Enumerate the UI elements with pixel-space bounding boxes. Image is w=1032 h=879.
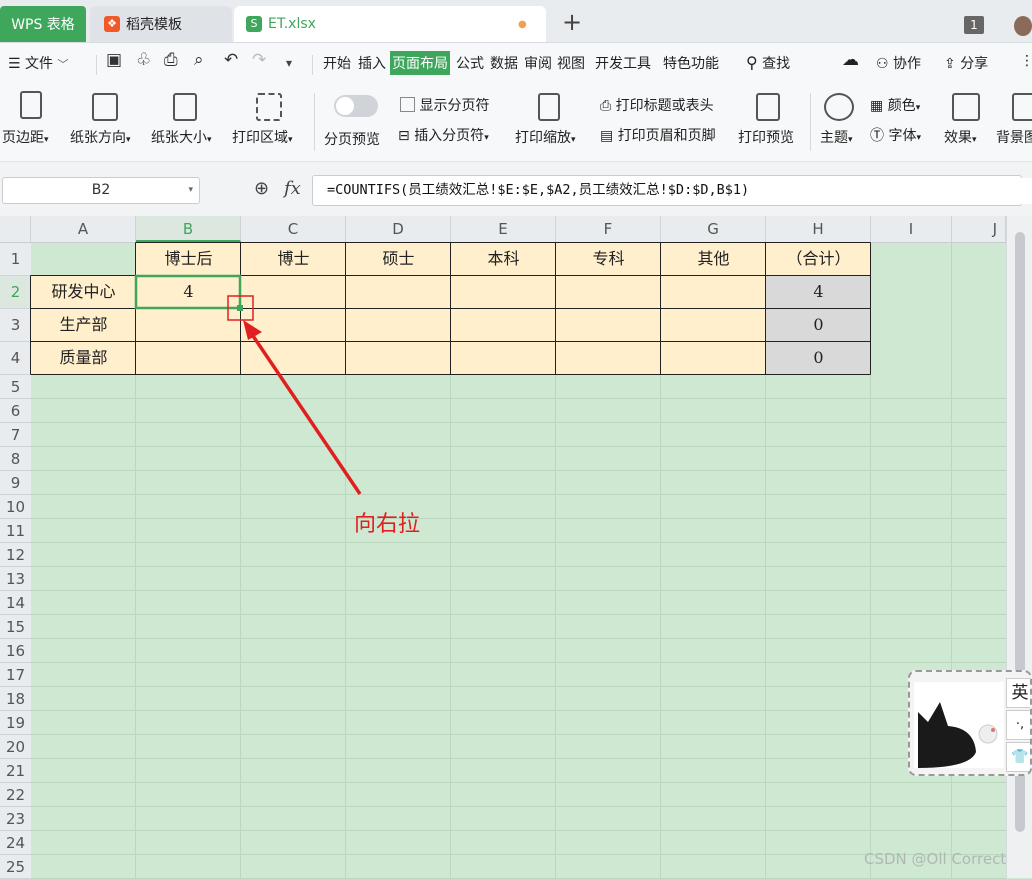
ime-punctuation-toggle[interactable]: ·, [1006,710,1030,740]
fill-handle[interactable] [237,305,243,311]
ime-widget[interactable]: 英 ·, 👕 [908,670,1032,776]
annotation-arrowhead [243,320,262,340]
cat-image [914,682,1004,768]
annotation-label: 向右拉 [354,512,421,537]
ime-skin-icon[interactable]: 👕 [1006,742,1030,772]
annotation-arrow [247,329,362,495]
watermark: CSDN @Oll Correct [864,850,1007,868]
cat-illustration [918,702,998,768]
selection-outline [134,274,242,310]
vertical-scrollbar[interactable] [1006,216,1032,878]
ime-language-toggle[interactable]: 英 [1006,678,1030,708]
table-borders [30,242,871,495]
